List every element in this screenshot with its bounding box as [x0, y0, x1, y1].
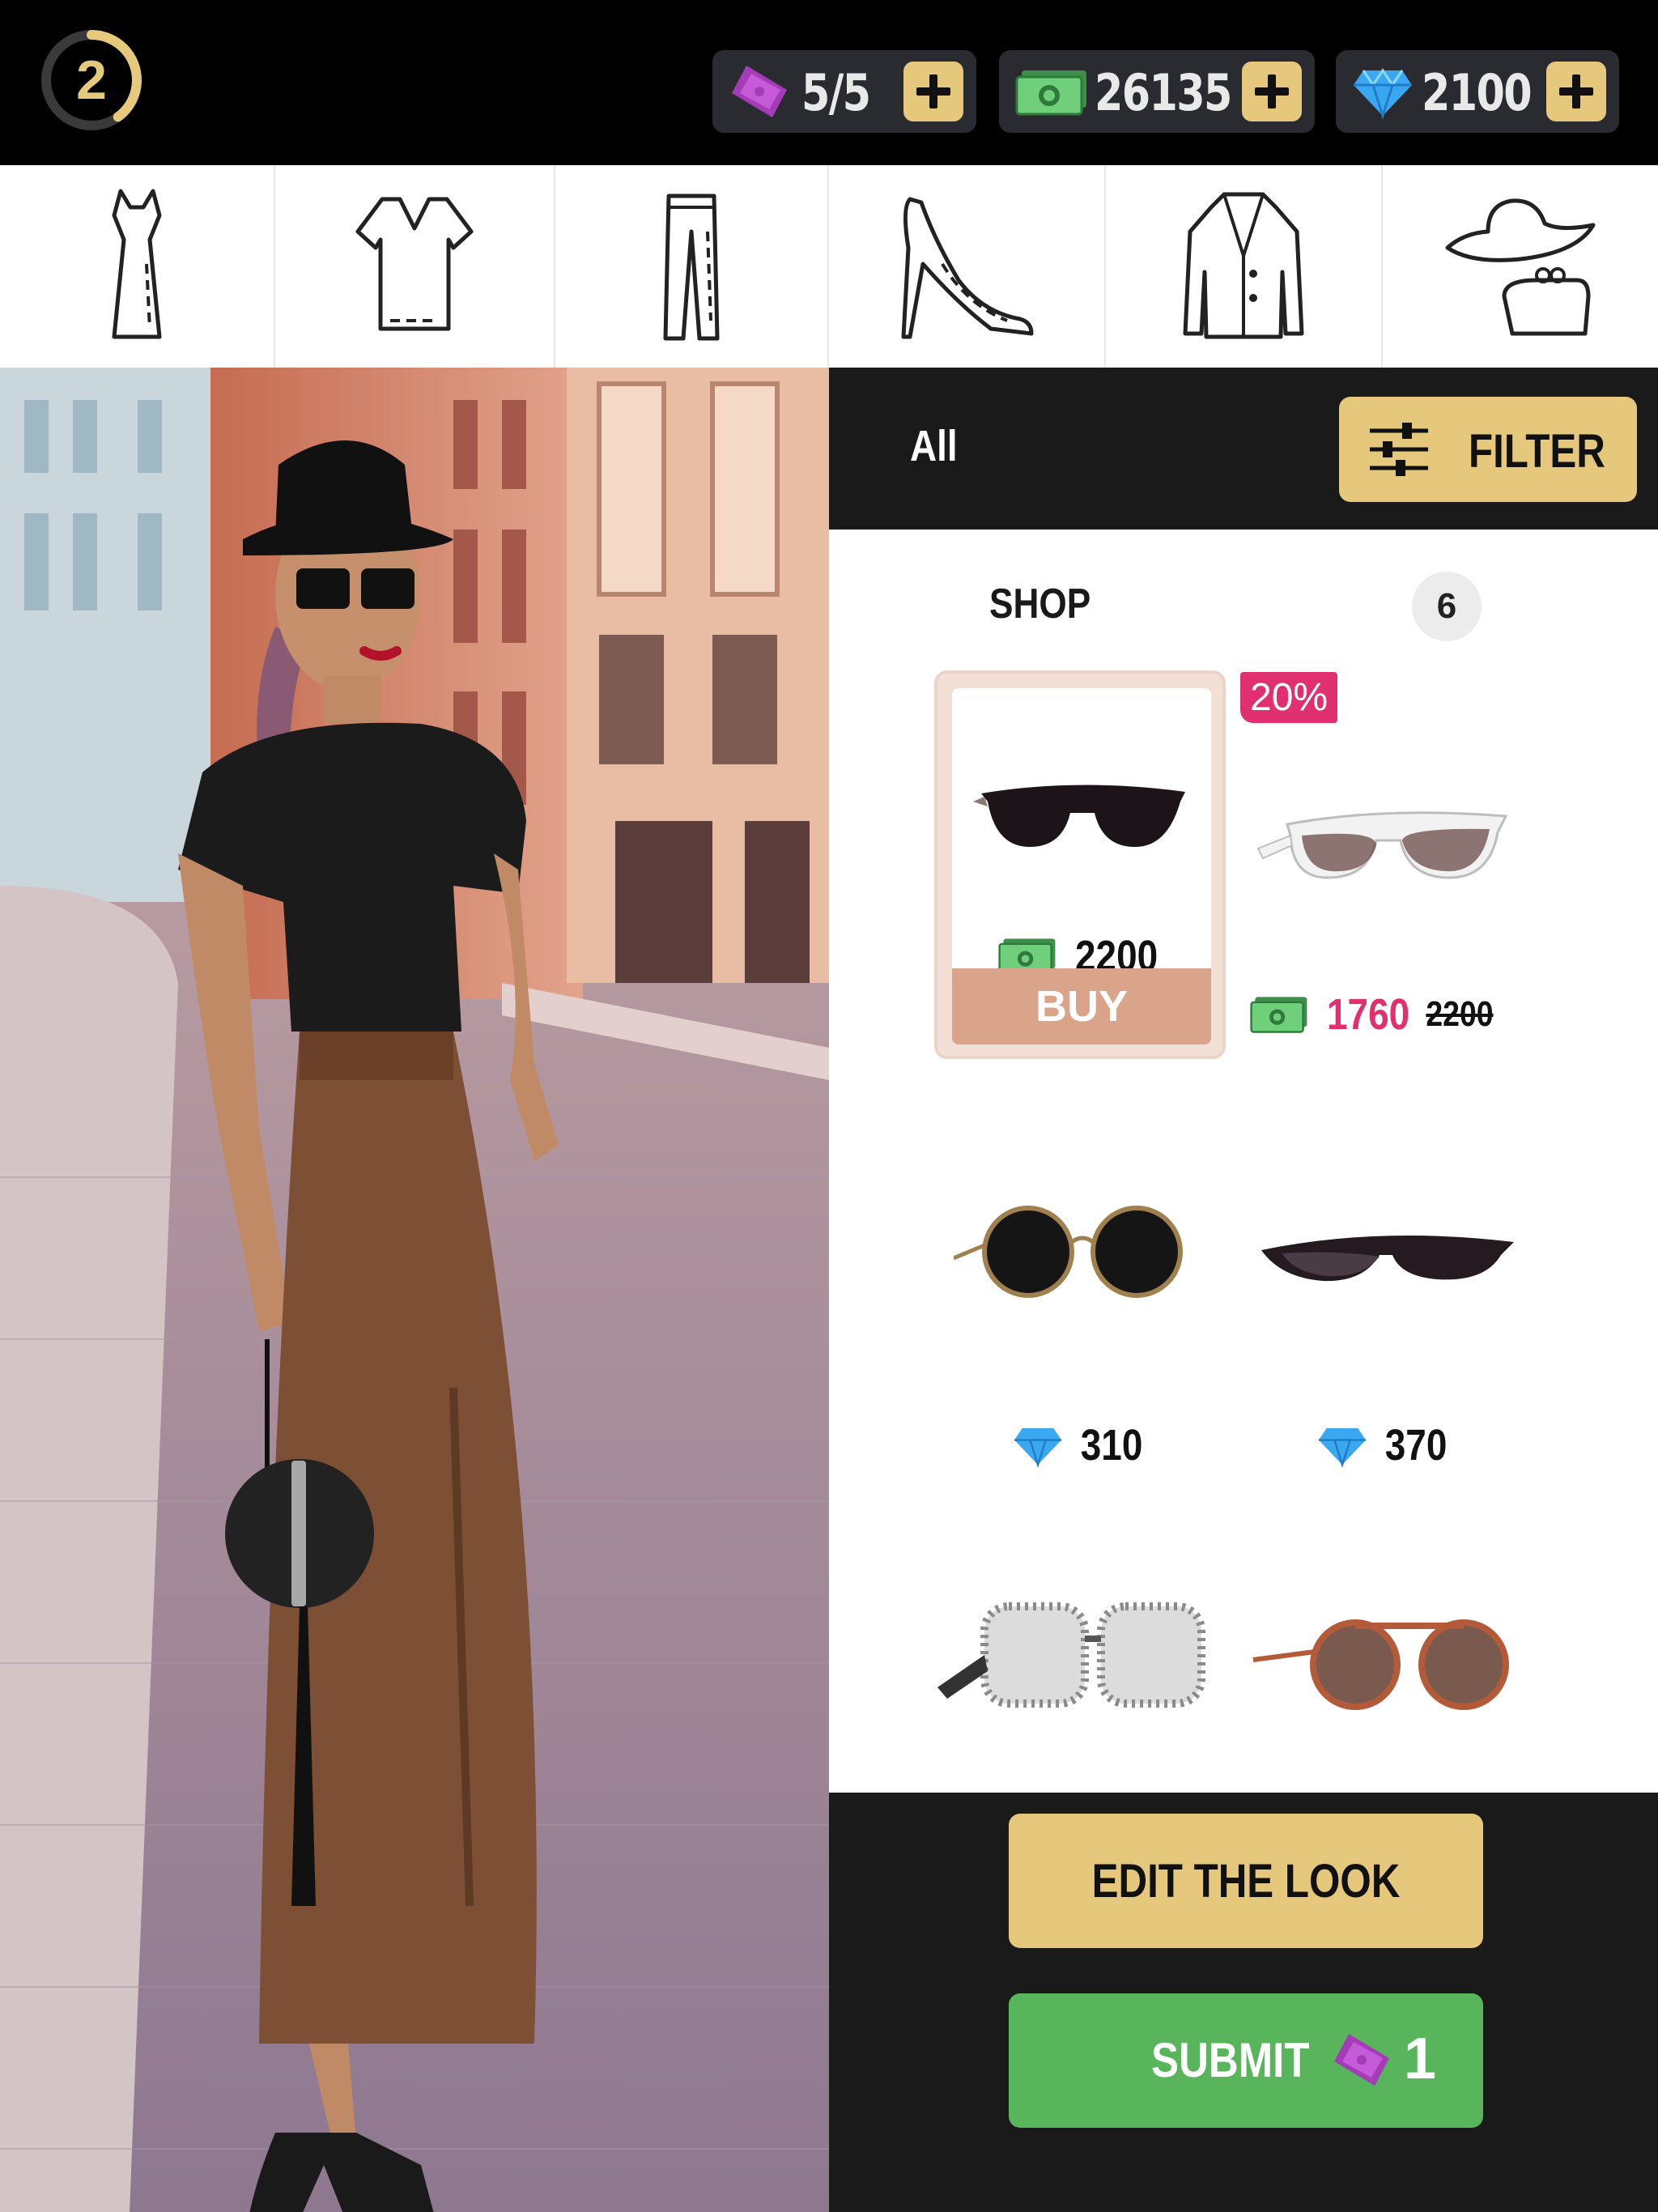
round-metal-sunglasses-image: [954, 1206, 1183, 1298]
item-price-value: 370: [1384, 1421, 1448, 1470]
diamond-icon: [1014, 1428, 1061, 1469]
black-sunglasses-image: [973, 785, 1185, 847]
avatar-figure[interactable]: [0, 368, 829, 2212]
category-bar: [0, 165, 1658, 368]
ticket-icon: [732, 66, 787, 117]
tortoise-aviator-sunglasses-image: [1252, 1619, 1509, 1710]
tickets-value: 5/5: [801, 63, 871, 122]
item-card[interactable]: 310: [934, 1096, 1226, 1485]
item-sale-price: 1760: [1327, 990, 1410, 1039]
edit-look-label: EDIT THE LOOK: [1091, 1854, 1401, 1908]
edit-look-button[interactable]: EDIT THE LOOK: [1009, 1814, 1483, 1948]
item-list[interactable]: SHOP 6 2200 BUY 20% 1760 2200 310 370: [829, 530, 1658, 1793]
category-top[interactable]: [275, 165, 555, 368]
diamonds-counter: 2100: [1336, 50, 1619, 133]
category-coat[interactable]: [1106, 165, 1383, 368]
category-pants[interactable]: [555, 165, 829, 368]
discount-badge: 20%: [1240, 672, 1338, 723]
wardrobe-panel: All FILTER SHOP 6 2200 BUY 20% 1760 2200…: [829, 368, 1658, 2212]
cash-value: 26135: [1095, 63, 1232, 122]
item-card[interactable]: [934, 1501, 1226, 1793]
item-price-value: 310: [1080, 1421, 1143, 1470]
level-number: 2: [76, 49, 107, 111]
section-count-badge: 6: [1412, 572, 1482, 641]
filter-label: FILTER: [1469, 425, 1605, 478]
coat-icon: [1183, 192, 1304, 339]
add-tickets-button[interactable]: [903, 62, 963, 121]
top-bar: 2 5/5 26135 2100: [0, 0, 1658, 165]
sliders-icon: [1370, 423, 1428, 476]
section-title: SHOP: [989, 581, 1091, 627]
ticket-icon: [1334, 2034, 1389, 2086]
submit-label: SUBMIT: [1151, 2033, 1310, 2087]
item-card[interactable]: [1239, 1501, 1530, 1793]
item-price: 370: [1239, 1420, 1530, 1470]
diamonds-value: 2100: [1422, 63, 1533, 122]
diamond-icon: [1318, 1428, 1366, 1469]
submit-ticket-cost: 1: [1404, 2027, 1437, 2091]
item-price: 310: [934, 1420, 1226, 1470]
avatar-scene: [0, 368, 829, 2212]
crystal-square-sunglasses-image: [937, 1602, 1205, 1708]
tickets-counter: 5/5: [712, 50, 976, 133]
item-old-price: 2200: [1426, 994, 1494, 1034]
buy-button[interactable]: BUY: [952, 968, 1211, 1044]
add-cash-button[interactable]: [1242, 62, 1302, 121]
hat-and-purse-icon: [1445, 198, 1596, 336]
pants-icon: [663, 194, 720, 341]
cash-icon: [1015, 70, 1086, 116]
white-cateye-sunglasses-image: [1256, 811, 1508, 879]
cash-counter: 26135: [999, 50, 1315, 133]
diamond-icon: [1354, 68, 1412, 120]
category-accessories[interactable]: [1383, 165, 1658, 368]
item-card-selected[interactable]: 2200 BUY: [934, 670, 1226, 1059]
filter-button[interactable]: FILTER: [1339, 397, 1637, 502]
item-card-inner: 2200 BUY: [952, 688, 1211, 1044]
high-heel-icon: [901, 197, 1034, 339]
filter-scope-label[interactable]: All: [910, 421, 958, 471]
item-card[interactable]: 370: [1239, 1096, 1530, 1485]
panel-header: All FILTER: [829, 368, 1658, 530]
submit-button[interactable]: SUBMIT 1: [1009, 1993, 1483, 2128]
top-icon: [355, 197, 474, 331]
category-dress[interactable]: [0, 165, 275, 368]
cash-icon: [1250, 997, 1307, 1033]
category-shoes[interactable]: [829, 165, 1106, 368]
item-card[interactable]: 20% 1760 2200: [1239, 670, 1530, 1059]
slim-cateye-sunglasses-image: [1261, 1236, 1514, 1282]
add-diamonds-button[interactable]: [1546, 62, 1606, 121]
item-price: 1760 2200: [1239, 989, 1530, 1040]
dress-icon: [112, 189, 162, 339]
level-indicator[interactable]: 2: [39, 28, 144, 133]
